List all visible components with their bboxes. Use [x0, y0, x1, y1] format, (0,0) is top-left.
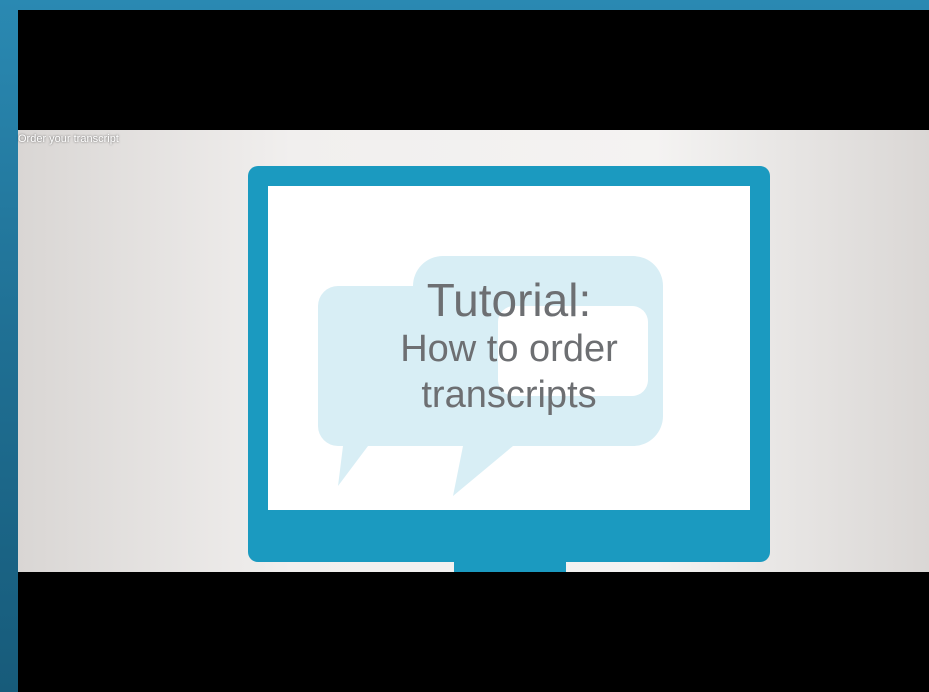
monitor-stand: [454, 562, 566, 572]
monitor-screen: Tutorial: How to order transcripts: [268, 186, 750, 510]
monitor-illustration: Tutorial: How to order transcripts: [248, 166, 770, 562]
video-title: Order your transcript: [18, 133, 119, 145]
video-player[interactable]: Order your transcript Tutorial: How to o…: [18, 10, 929, 692]
slide-title-line3: transcripts: [421, 374, 597, 416]
slide-frame: Order your transcript Tutorial: How to o…: [0, 0, 929, 692]
slide-title: Tutorial: How to order transcripts: [268, 186, 750, 510]
slide-title-line2: How to order: [400, 328, 618, 370]
slide-title-line1: Tutorial:: [426, 274, 592, 326]
